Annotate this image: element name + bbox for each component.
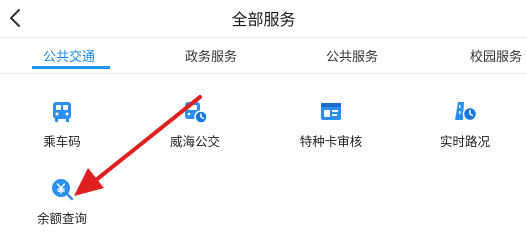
service-label: 特种卡审核 (299, 134, 363, 149)
service-label: 威海公交 (169, 134, 220, 149)
active-tab-indicator (32, 66, 110, 69)
tab-public-services[interactable]: 公共服务 (326, 46, 378, 65)
service-weihai-bus[interactable]: 威海公交 (145, 99, 245, 150)
yuan-search-icon (52, 179, 74, 201)
bus-time-icon (185, 102, 208, 124)
tab-public-transport[interactable]: 公共交通 (43, 46, 95, 65)
service-label: 乘车码 (43, 134, 81, 149)
service-special-card-review[interactable]: 特种卡审核 (281, 99, 381, 150)
service-real-time-traffic[interactable]: 实时路况 (415, 99, 515, 150)
service-label: 实时路况 (439, 134, 490, 149)
tabs-divider (0, 73, 527, 74)
service-balance-inquiry[interactable]: 余额查询 (12, 176, 112, 227)
header: 全部服务 (0, 0, 527, 37)
service-ride-code[interactable]: 乘车码 (12, 99, 112, 150)
service-label: 余额查询 (36, 211, 87, 226)
tab-government-services[interactable]: 政务服务 (185, 46, 237, 65)
all-services-screen: 全部服务 公共交通 政务服务 公共服务 校园服务 乘车码 威海公交 特种卡审核 … (0, 0, 527, 247)
road-time-icon (455, 102, 478, 122)
page-title: 全部服务 (231, 10, 296, 29)
tab-campus-services[interactable]: 校园服务 (470, 46, 522, 65)
id-card-icon (321, 103, 341, 120)
bus-icon (53, 102, 71, 122)
